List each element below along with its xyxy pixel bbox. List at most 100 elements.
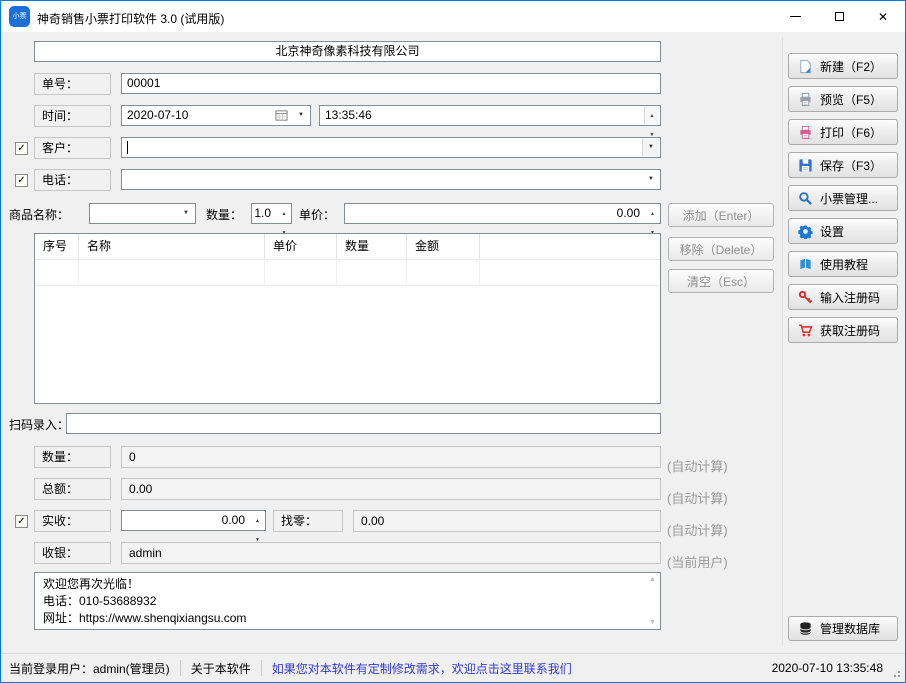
text-caret — [127, 141, 128, 154]
cashier-label: 收银： — [34, 542, 111, 564]
column-header-qty[interactable]: 数量 — [337, 234, 407, 259]
enter-license-label: 输入注册码 — [820, 290, 881, 305]
settings-button-label: 设置 — [820, 224, 845, 239]
checkmark-icon: ✓ — [17, 516, 26, 527]
preview-button[interactable]: 预览（F5） — [788, 86, 898, 112]
window-title: 神奇销售小票打印软件 3.0 (试用版) — [37, 12, 225, 26]
close-button[interactable]: ✕ — [861, 1, 905, 32]
product-combobox[interactable]: ▼ — [89, 203, 196, 224]
statusbar-separator — [260, 660, 262, 676]
receipt-footer-textarea[interactable]: 欢迎您再次光临！ 电话：010-53688932 网址：https://www.… — [34, 572, 661, 630]
company-name-input[interactable]: 北京神奇像素科技有限公司 — [34, 41, 661, 62]
spin-up-icon: ▲ — [281, 211, 287, 217]
logged-in-user: 当前登录用户：admin(管理员) — [9, 661, 170, 676]
cart-icon — [799, 324, 813, 336]
phone-dropdown-icon: ▼ — [648, 176, 654, 182]
column-header-name[interactable]: 名称 — [79, 234, 265, 259]
items-table[interactable]: 序号 名称 单价 数量 金额 — [34, 233, 661, 404]
printer-icon — [800, 125, 811, 139]
new-button-label: 新建（F2） — [820, 59, 883, 74]
qty-spin-buttons[interactable]: ▲ ▼ — [278, 205, 290, 236]
table-gridline — [35, 259, 660, 260]
phone-label: 电话： — [34, 169, 111, 191]
print-button[interactable]: 打印（F6） — [788, 119, 898, 145]
receipt-manager-label: 小票管理... — [820, 191, 879, 206]
phone-combobox[interactable]: ▼ — [121, 169, 661, 190]
manage-database-label: 管理数据库 — [820, 622, 881, 636]
time-spin-buttons[interactable]: ▲ ▼ — [644, 107, 659, 138]
total-amount-field: 0.00 — [121, 478, 661, 500]
key-icon — [798, 290, 813, 303]
customer-combobox[interactable]: ▼ — [121, 137, 661, 158]
gear-icon — [798, 224, 813, 239]
print-button-label: 打印（F6） — [820, 125, 883, 140]
customer-dropdown-icon[interactable]: ▼ — [642, 139, 659, 156]
welcome-line: 网址：https://www.shenqixiangsu.com — [43, 611, 247, 625]
scroll-up-icon[interactable]: ▲ — [649, 576, 656, 583]
app-icon: 小票 — [9, 6, 30, 27]
received-note: (自动计算) — [667, 523, 728, 538]
checkmark-icon: ✓ — [17, 175, 26, 186]
total-qty-field: 0 — [121, 446, 661, 468]
enter-license-button[interactable]: 输入注册码 — [788, 284, 898, 310]
customer-checkbox[interactable]: ✓ — [15, 142, 28, 155]
settings-button[interactable]: 设置 — [788, 218, 898, 244]
table-gridline — [264, 259, 265, 285]
clear-items-button[interactable]: 清空（Esc） — [668, 269, 774, 293]
column-header-amount[interactable]: 金额 — [407, 234, 480, 259]
column-header-price[interactable]: 单价 — [265, 234, 337, 259]
scroll-down-icon[interactable]: ▼ — [649, 619, 656, 626]
qty-value: 1.0 — [254, 206, 271, 220]
tutorial-button-label: 使用教程 — [820, 257, 869, 272]
column-header-index[interactable]: 序号 — [35, 234, 79, 259]
add-item-button[interactable]: 添加（Enter） — [668, 203, 774, 227]
date-value: 2020-07-10 — [127, 108, 189, 122]
phone-checkbox[interactable]: ✓ — [15, 174, 28, 187]
new-button[interactable]: 新建（F2） — [788, 53, 898, 79]
resize-grip-icon[interactable] — [898, 675, 900, 677]
save-icon — [799, 158, 812, 172]
table-gridline — [336, 259, 337, 285]
database-icon — [799, 622, 812, 635]
received-spin-buttons[interactable]: ▲ ▼ — [251, 512, 264, 543]
time-value: 13:35:46 — [325, 108, 372, 122]
statusbar: 当前登录用户：admin(管理员) 关于本软件 如果您对本软件有定制修改需求，欢… — [1, 653, 905, 682]
time-label: 时间： — [34, 105, 111, 127]
price-spin-buttons[interactable]: ▲ ▼ — [646, 205, 659, 236]
new-document-icon — [800, 59, 811, 73]
welcome-line: 电话：010-53688932 — [43, 594, 157, 608]
save-button[interactable]: 保存（F3） — [788, 152, 898, 178]
scan-entry-input[interactable] — [66, 413, 661, 434]
change-field: 0.00 — [353, 510, 661, 532]
product-name-label: 商品名称： — [9, 208, 70, 222]
receipt-manager-button[interactable]: 小票管理... — [788, 185, 898, 211]
print-preview-icon — [800, 92, 811, 106]
preview-button-label: 预览（F5） — [820, 92, 883, 107]
minimize-button[interactable] — [773, 1, 817, 32]
save-button-label: 保存（F3） — [820, 158, 883, 173]
manage-database-button[interactable]: 管理数据库 — [788, 616, 898, 641]
get-license-button[interactable]: 获取注册码 — [788, 317, 898, 343]
price-spinner[interactable]: 0.00 ▲ ▼ — [344, 203, 661, 236]
received-spinner[interactable]: 0.00 ▲ ▼ — [121, 510, 266, 543]
table-gridline — [78, 259, 79, 285]
maximize-button[interactable] — [817, 1, 861, 32]
total-qty-label: 数量： — [34, 446, 111, 468]
about-link[interactable]: 关于本软件 — [191, 660, 251, 677]
spin-up-icon: ▲ — [650, 211, 655, 217]
total-amount-label: 总额： — [34, 478, 111, 500]
titlebar: 小票 神奇销售小票打印软件 3.0 (试用版) ✕ — [1, 1, 905, 32]
table-gridline — [406, 259, 407, 285]
order-number-input[interactable]: 00001 — [121, 73, 661, 94]
date-picker[interactable]: 2020-07-10 ▼ — [121, 105, 311, 126]
get-license-label: 获取注册码 — [820, 323, 881, 338]
window-controls: ✕ — [773, 1, 905, 32]
contact-link[interactable]: 如果您对本软件有定制修改需求，欢迎点击这里联系我们 — [272, 660, 572, 677]
statusbar-separator — [179, 660, 181, 676]
remove-item-button[interactable]: 移除（Delete） — [668, 237, 774, 261]
table-gridline — [479, 259, 480, 285]
qty-spinner[interactable]: 1.0 ▲ ▼ — [251, 203, 292, 236]
received-checkbox[interactable]: ✓ — [15, 515, 28, 528]
tutorial-button[interactable]: 使用教程 — [788, 251, 898, 277]
time-spinner[interactable]: 13:35:46 ▲ ▼ — [319, 105, 661, 138]
